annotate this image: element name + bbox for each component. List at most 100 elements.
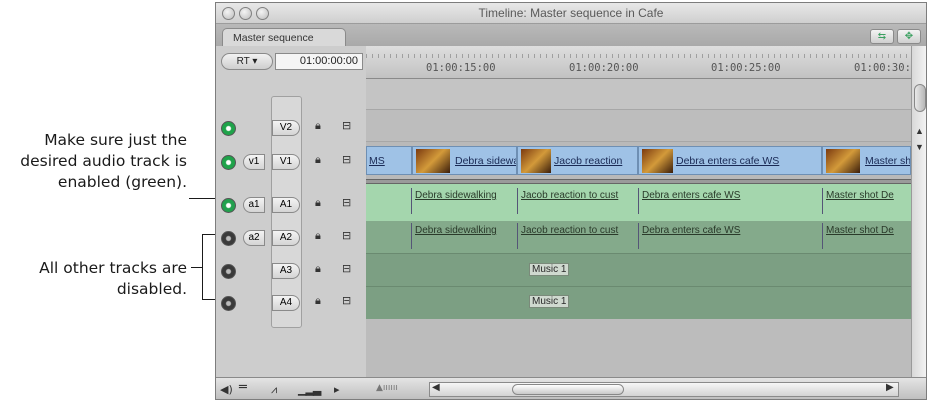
track-row-v2: V2 🔒︎ ⊟ (216, 112, 366, 144)
music-clip-label[interactable]: Music 1 (529, 263, 570, 276)
track-row-v1: v1 V1 🔒︎ ⊟ (216, 146, 366, 178)
zoom-slider-icon[interactable]: ▲ıııııı (376, 383, 398, 393)
auto-select-icon[interactable]: ⊟ (342, 262, 351, 275)
lock-icon[interactable]: 🔒︎ (315, 229, 321, 243)
timecode-field[interactable]: 01:00:00:00 (275, 53, 363, 70)
title-bar[interactable]: Timeline: Master sequence in Cafe (216, 3, 926, 24)
track-enable-a4[interactable] (221, 296, 236, 311)
audio-clip[interactable]: Debra enters cafe WS (638, 188, 822, 214)
track-enable-a2[interactable] (221, 231, 236, 246)
scroll-left-icon[interactable]: ◀ (432, 382, 440, 393)
lane-empty (366, 79, 911, 110)
bottom-toolbar: ◀︎) ═ ⩘ ▁▂▃ ▸ ▲ıııııı ◀ ▶ (216, 377, 926, 399)
tab-row: Master sequence ⇆ ✥ (216, 24, 926, 47)
dest-control-v2[interactable]: V2 (272, 120, 300, 136)
timeline-window: Timeline: Master sequence in Cafe Master… (215, 2, 927, 400)
scroll-right-icon[interactable]: ▶ (886, 382, 894, 393)
vertical-scroll-thumb[interactable] (914, 84, 926, 112)
track-row-a3: A3 🔒︎ ⊟ (216, 255, 366, 287)
audio-clip[interactable]: Master shot De (822, 188, 911, 214)
source-control-v1[interactable]: v1 (243, 154, 265, 170)
lane-a2: Debra sidewalking Jacob reaction to cust… (366, 221, 911, 253)
track-height-icon[interactable]: ═ (239, 380, 247, 395)
clip-thumbnail (826, 149, 860, 173)
track-row-a1: a1 A1 🔒︎ ⊟ (216, 189, 366, 221)
scroll-down-icon[interactable]: ▼ (915, 142, 924, 152)
video-clip[interactable]: MS (366, 146, 412, 175)
video-clip[interactable]: Master sh (822, 146, 911, 175)
source-control-a2[interactable]: a2 (243, 230, 265, 246)
lock-icon[interactable]: 🔒︎ (315, 153, 321, 167)
video-clip[interactable]: Jacob reaction (517, 146, 638, 175)
dest-control-a2[interactable]: A2 (272, 230, 300, 246)
audio-clip[interactable]: Jacob reaction to cust (517, 188, 638, 214)
audio-clip[interactable]: Debra sidewalking (411, 188, 517, 214)
music-clip-label[interactable]: Music 1 (529, 295, 570, 308)
timeline-tracks[interactable]: MS Debra sidewa Jacob reaction Debra ent… (366, 79, 911, 377)
auto-select-icon[interactable]: ⊟ (342, 229, 351, 242)
audio-toggle-icon[interactable]: ◀︎) (220, 383, 233, 396)
track-enable-a3[interactable] (221, 264, 236, 279)
lane-a3: Music 1 (366, 253, 911, 286)
track-enable-a1[interactable] (221, 198, 236, 213)
time-ruler[interactable]: 01:00:15:00 01:00:20:00 01:00:25:00 01:0… (366, 46, 917, 79)
ruler-mark: 01:00:20:00 (569, 62, 639, 74)
annotation-others-disabled: All other tracks are disabled. (0, 258, 187, 300)
ruler-ticks (366, 54, 911, 58)
annotation-line: desired audio track is (20, 152, 187, 170)
scroll-up-icon[interactable]: ▲ (915, 126, 924, 136)
dest-control-a4[interactable]: A4 (272, 295, 300, 311)
annotation-bracket (202, 234, 203, 300)
annotation-line: enabled (green). (57, 173, 187, 191)
lane-v1: MS Debra sidewa Jacob reaction Debra ent… (366, 142, 911, 179)
annotation-line: disabled. (116, 280, 187, 298)
ruler-mark: 01:00:15:00 (426, 62, 496, 74)
track-size-icon[interactable]: ▁▂▃ (298, 383, 321, 396)
track-controls: RT ▾ 01:00:00:00 V2 🔒︎ ⊟ v1 V1 🔒︎ ⊟ a1 A… (216, 46, 366, 399)
track-row-a4: A4 🔒︎ ⊟ (216, 287, 366, 319)
lane-a4: Music 1 (366, 286, 911, 319)
annotation-line: Make sure just the (44, 131, 187, 149)
video-clip[interactable]: Debra sidewa (412, 146, 517, 175)
audio-clip[interactable]: Debra sidewalking (411, 223, 517, 249)
track-enable-v2[interactable] (221, 121, 236, 136)
annotation-leader-line (189, 198, 217, 199)
audio-clip[interactable]: Jacob reaction to cust (517, 223, 638, 249)
vertical-scrollbar[interactable]: ▲ ▼ (911, 46, 926, 377)
auto-select-icon[interactable]: ⊟ (342, 119, 351, 132)
lock-icon[interactable]: 🔒︎ (315, 294, 321, 308)
window-title: Timeline: Master sequence in Cafe (478, 6, 664, 20)
annotation-audio-enabled: Make sure just the desired audio track i… (0, 130, 187, 193)
lane-empty (366, 319, 911, 377)
lock-icon[interactable]: 🔒︎ (315, 262, 321, 276)
dest-control-v1[interactable]: V1 (272, 154, 300, 170)
linking-button[interactable]: ✥ (897, 29, 921, 44)
clip-thumbnail (642, 149, 673, 173)
lane-v2 (366, 110, 911, 142)
auto-select-icon[interactable]: ⊟ (342, 196, 351, 209)
track-enable-v1[interactable] (221, 155, 236, 170)
ruler-mark: 01:00:30:0 (854, 62, 918, 74)
video-clip[interactable]: Debra enters cafe WS (638, 146, 822, 175)
auto-select-icon[interactable]: ⊟ (342, 294, 351, 307)
dest-control-a3[interactable]: A3 (272, 263, 300, 279)
rt-menu-button[interactable]: RT ▾ (221, 53, 273, 70)
expand-arrow-icon[interactable]: ▸ (334, 383, 340, 396)
annotation-bracket (191, 267, 202, 268)
lane-a1: Debra sidewalking Jacob reaction to cust… (366, 184, 911, 221)
annotation-line: All other tracks are (39, 259, 187, 277)
source-control-a1[interactable]: a1 (243, 197, 265, 213)
lock-icon[interactable]: 🔒︎ (315, 119, 321, 133)
ruler-mark: 01:00:25:00 (711, 62, 781, 74)
horizontal-scrollbar[interactable]: ◀ ▶ (429, 382, 899, 397)
clip-overlays-icon[interactable]: ⩘ (271, 383, 277, 397)
horizontal-scroll-thumb[interactable] (512, 384, 624, 395)
track-row-a2: a2 A2 🔒︎ ⊟ (216, 222, 366, 254)
audio-clip[interactable]: Master shot De (822, 223, 911, 249)
audio-clip[interactable]: Debra enters cafe WS (638, 223, 822, 249)
snapping-button[interactable]: ⇆ (870, 29, 894, 44)
auto-select-icon[interactable]: ⊟ (342, 153, 351, 166)
tab-master-sequence[interactable]: Master sequence (222, 28, 346, 47)
dest-control-a1[interactable]: A1 (272, 197, 300, 213)
lock-icon[interactable]: 🔒︎ (315, 196, 321, 210)
